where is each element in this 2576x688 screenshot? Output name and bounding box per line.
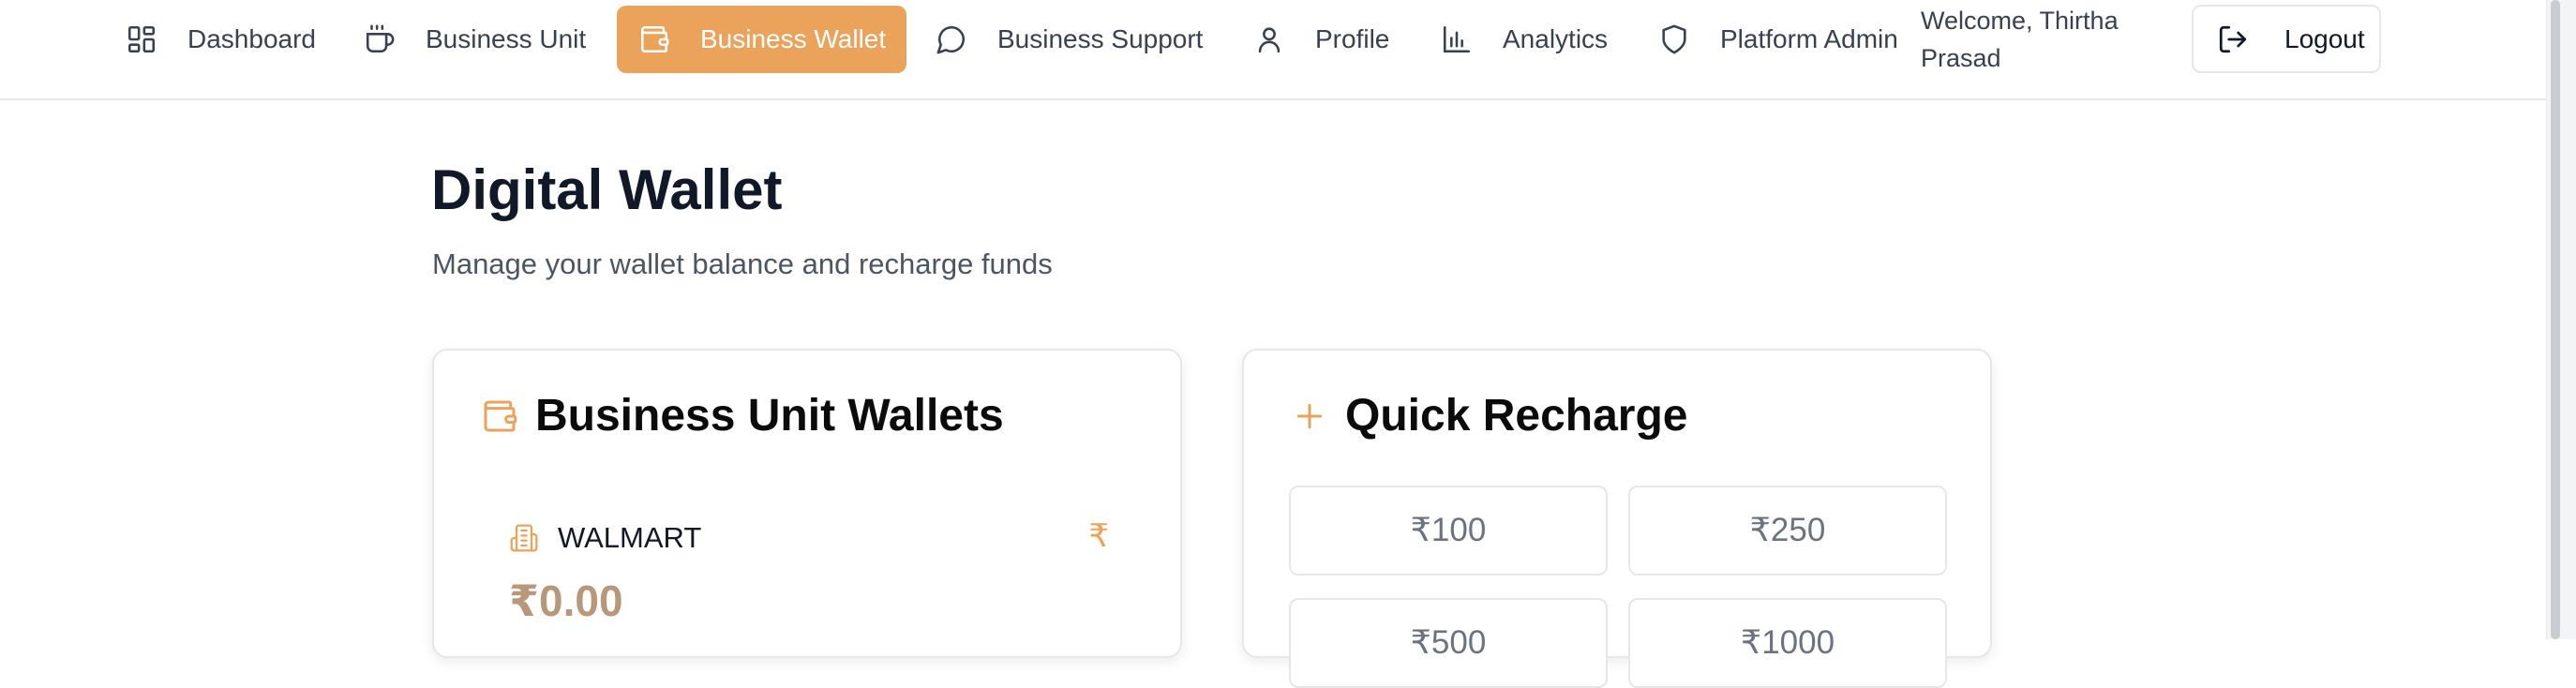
page-scrollbar[interactable] [2546, 0, 2576, 639]
plus-icon [1291, 397, 1328, 435]
nav-label-analytics: Analytics [1503, 24, 1609, 53]
wallets-card-header: Business Unit Wallets [481, 390, 1004, 441]
nav-label-platform-admin: Platform Admin [1720, 24, 1898, 53]
wallet-item-walmart[interactable]: WALMART ₹ [509, 518, 1109, 555]
nav-label-business-unit: Business Unit [426, 24, 587, 53]
wallet-icon [481, 397, 518, 435]
shield-icon [1658, 23, 1690, 55]
wallet-icon [638, 23, 670, 55]
dashboard-icon [126, 23, 157, 55]
welcome-message: Welcome, Thirtha Prasad [1921, 7, 2119, 72]
recharge-card-title: Quick Recharge [1345, 391, 1688, 441]
nav-label-business-wallet: Business Wallet [700, 24, 887, 53]
nav-item-business-unit[interactable]: Business Unit [364, 6, 586, 73]
recharge-amount-250[interactable]: ₹250 [1628, 486, 1947, 576]
page-title: Digital Wallet [431, 158, 783, 221]
nav-item-analytics[interactable]: Analytics [1441, 6, 1608, 73]
recharge-amount-500[interactable]: ₹500 [1289, 598, 1608, 688]
business-unit-wallets-card: Business Unit Wallets WALMART ₹ ₹0.00 [432, 349, 1182, 658]
bar-chart-icon [1441, 23, 1473, 55]
wallet-item-name: WALMART [558, 521, 702, 554]
nav-label-profile: Profile [1315, 24, 1390, 53]
recharge-card-header: Quick Recharge [1291, 390, 1687, 441]
wallets-card-title: Business Unit Wallets [535, 391, 1004, 441]
nav-item-profile[interactable]: Profile [1253, 6, 1389, 73]
coffee-cup-icon [364, 23, 396, 55]
building-icon [509, 523, 539, 553]
recharge-amount-1000[interactable]: ₹1000 [1628, 598, 1947, 688]
nav-item-dashboard[interactable]: Dashboard [126, 6, 316, 73]
top-navigation-bar: Dashboard Business Unit Business Wallet … [0, 0, 2546, 100]
nav-item-business-wallet[interactable]: Business Wallet [617, 6, 906, 73]
rupee-icon: ₹ [1088, 518, 1109, 554]
logout-icon [2217, 23, 2249, 55]
nav-label-business-support: Business Support [997, 24, 1204, 53]
user-icon [1253, 23, 1285, 55]
quick-recharge-card: Quick Recharge ₹100 ₹250 ₹500 ₹1000 [1242, 349, 1992, 688]
logout-label: Logout [2284, 23, 2365, 53]
nav-label-dashboard: Dashboard [187, 24, 316, 53]
nav-item-business-support[interactable]: Business Support [936, 6, 1203, 73]
chat-bubble-icon [936, 23, 967, 55]
wallet-balance: ₹0.00 [509, 576, 623, 625]
recharge-amount-100[interactable]: ₹100 [1289, 486, 1608, 576]
logout-button[interactable]: Logout [2192, 5, 2381, 73]
scrollbar-thumb[interactable] [2551, 0, 2560, 639]
page-subtitle: Manage your wallet balance and recharge … [432, 247, 1053, 280]
nav-item-platform-admin[interactable]: Platform Admin [1658, 6, 1898, 73]
